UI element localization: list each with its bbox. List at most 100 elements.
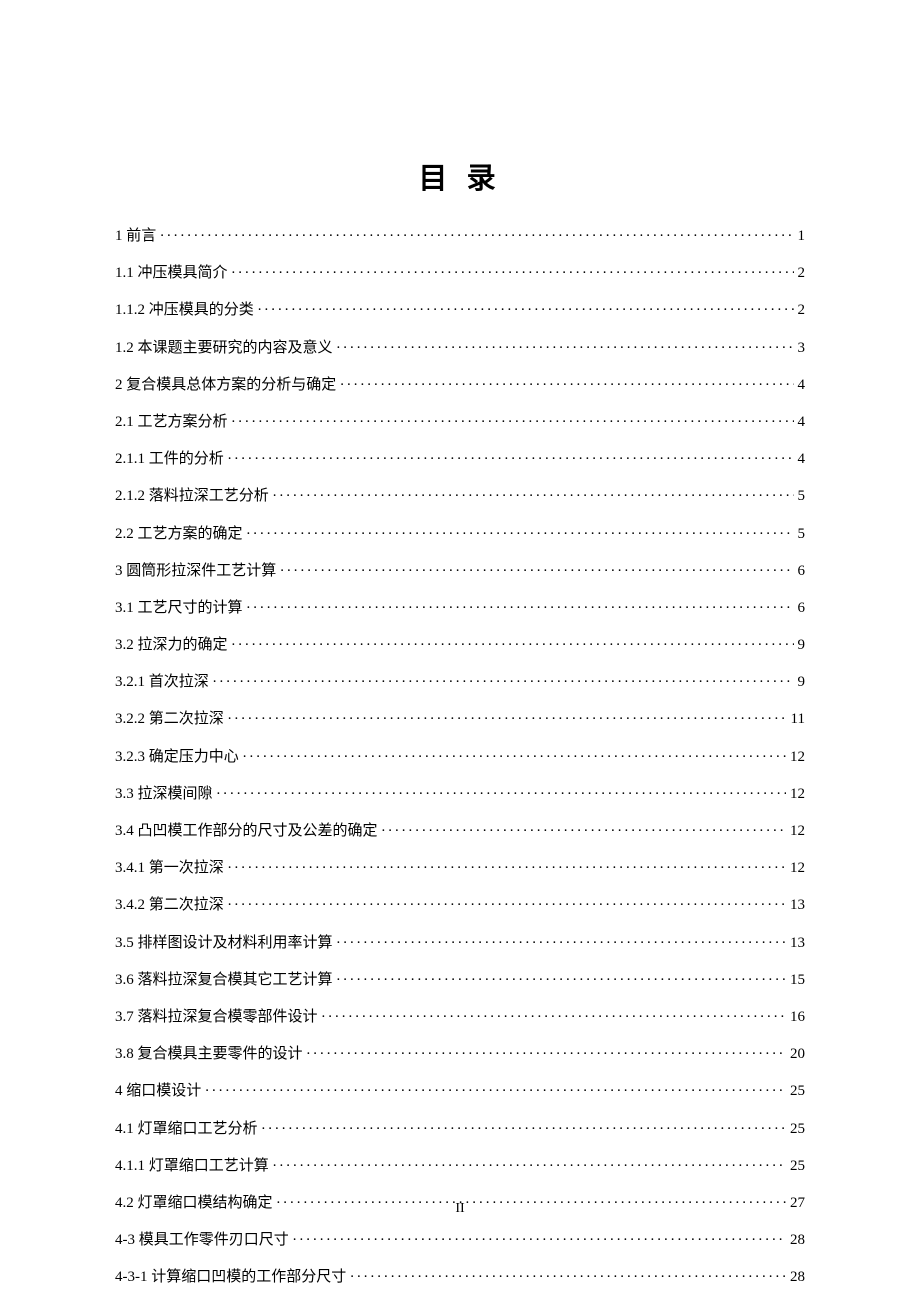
toc-entry-label: 3.6 落料拉深复合模其它工艺计算 [115,973,333,988]
toc-entry: 2 复合模具总体方案的分析与确定 4 [115,374,805,393]
toc-entry-page: 1 [798,229,806,244]
page-footer: II [0,1201,920,1217]
toc-entry-page: 28 [790,1233,805,1248]
toc-entry: 2.2 工艺方案的确定 5 [115,523,805,542]
toc-entry: 3.1 工艺尺寸的计算 6 [115,597,805,616]
toc-leader-dots [382,820,786,835]
toc-leader-dots [247,597,794,612]
toc-entry: 3 圆筒形拉深件工艺计算6 [115,560,805,579]
toc-leader-dots [337,969,786,984]
toc-entry-label: 3.2 拉深力的确定 [115,638,228,653]
toc-entry-page: 5 [798,489,806,504]
toc-entry: 3.6 落料拉深复合模其它工艺计算 15 [115,969,805,988]
toc-entry-label: 2.1.2 落料拉深工艺分析 [115,489,269,504]
toc-entry: 4-3 模具工作零件刃口尺寸 28 [115,1229,805,1248]
toc-leader-dots [307,1043,786,1058]
toc-leader-dots [273,1155,786,1170]
toc-entry-label: 2.2 工艺方案的确定 [115,527,243,542]
toc-entry: 4.1 灯罩缩口工艺分析 25 [115,1118,805,1137]
toc-leader-dots [337,337,794,352]
toc-leader-dots [228,894,786,909]
toc-entry: 1.1.2 冲压模具的分类 2 [115,299,805,318]
toc-leader-dots [213,671,794,686]
toc-entry-page: 3 [798,341,806,356]
toc-entry: 3.2.1 首次拉深 9 [115,671,805,690]
toc-entry-label: 3.2.3 确定压力中心 [115,750,239,765]
toc-entry-page: 25 [790,1084,805,1099]
toc-entry-page: 6 [798,564,806,579]
toc-entry-label: 3.4.1 第一次拉深 [115,861,224,876]
toc-entry-label: 3.1 工艺尺寸的计算 [115,601,243,616]
toc-leader-dots [232,262,794,277]
toc-entry-page: 6 [798,601,806,616]
toc-leader-dots [337,932,786,947]
toc-entry-label: 2.1.1 工件的分析 [115,452,224,467]
toc-entry: 1.1 冲压模具简介2 [115,262,805,281]
toc-entry-label: 4-3 模具工作零件刃口尺寸 [115,1233,289,1248]
toc-leader-dots [232,411,794,426]
toc-entry-page: 12 [790,861,805,876]
toc-leader-dots [350,1266,786,1281]
toc-entry-page: 13 [790,936,805,951]
toc-entry-label: 1.2 本课题主要研究的内容及意义 [115,341,333,356]
toc-entry-label: 3.7 落料拉深复合模零部件设计 [115,1010,318,1025]
toc-entry-label: 4.1.1 灯罩缩口工艺计算 [115,1159,269,1174]
toc-leader-dots [280,560,793,575]
document-page: 目 录 1 前言 1 1.1 冲压模具简介2 1.1.2 冲压模具的分类 2 1.2 本课… [0,0,920,1285]
toc-entry-page: 12 [790,824,805,839]
toc-entry: 1.2 本课题主要研究的内容及意义 3 [115,337,805,356]
toc-leader-dots [160,225,793,240]
toc-entry-page: 4 [798,452,806,467]
toc-entry: 4 缩口模设计25 [115,1080,805,1099]
toc-leader-dots [243,746,786,761]
toc-entry: 1 前言 1 [115,225,805,244]
toc-entry-page: 5 [798,527,806,542]
toc-leader-dots [322,1006,786,1021]
toc-entry-label: 3.3 拉深模间隙 [115,787,213,802]
toc-entry-label: 1.1.2 冲压模具的分类 [115,303,254,318]
toc-entry-label: 3.8 复合模具主要零件的设计 [115,1047,303,1062]
toc-entry: 3.2.3 确定压力中心12 [115,746,805,765]
toc-entry-label: 4-3-1 计算缩口凹模的工作部分尺寸 [115,1270,346,1285]
toc-entry-label: 1 前言 [115,229,156,244]
toc-entry: 3.8 复合模具主要零件的设计20 [115,1043,805,1062]
toc-entry-page: 2 [798,303,806,318]
toc-title: 目 录 [115,155,805,197]
toc-entry-label: 4.1 灯罩缩口工艺分析 [115,1122,258,1137]
toc-entry: 2.1.1 工件的分析 4 [115,448,805,467]
toc-entry: 2.1 工艺方案分析 4 [115,411,805,430]
toc-entry: 3.7 落料拉深复合模零部件设计16 [115,1006,805,1025]
toc-entry: 3.4 凸凹模工作部分的尺寸及公差的确定 12 [115,820,805,839]
toc-entry-page: 13 [790,898,805,913]
toc-entry: 3.2.2 第二次拉深11 [115,708,805,727]
toc-entry-page: 11 [791,712,805,727]
toc-entry: 2.1.2 落料拉深工艺分析 5 [115,485,805,504]
toc-leader-dots [293,1229,786,1244]
toc-entry-page: 28 [790,1270,805,1285]
toc-entry-label: 2 复合模具总体方案的分析与确定 [115,378,336,393]
toc-entry-label: 2.1 工艺方案分析 [115,415,228,430]
toc-leader-dots [228,708,787,723]
toc-entry: 4-3-1 计算缩口凹模的工作部分尺寸 28 [115,1266,805,1285]
toc-entry-page: 4 [798,415,806,430]
toc-entry-page: 4 [798,378,806,393]
toc-entry-page: 9 [798,675,806,690]
toc-entry: 3.3 拉深模间隙12 [115,783,805,802]
toc-entry-page: 15 [790,973,805,988]
toc-entry: 3.4.1 第一次拉深 12 [115,857,805,876]
toc-leader-dots [258,299,794,314]
toc-entry: 3.2 拉深力的确定 9 [115,634,805,653]
toc-leader-dots [232,634,794,649]
toc-entry-page: 25 [790,1159,805,1174]
toc-leader-dots [217,783,786,798]
toc-entry-label: 3.2.1 首次拉深 [115,675,209,690]
toc-entry-label: 3.4 凸凹模工作部分的尺寸及公差的确定 [115,824,378,839]
toc-leader-dots [273,485,794,500]
toc-entry-page: 9 [798,638,806,653]
toc-entry: 3.5 排样图设计及材料利用率计算13 [115,932,805,951]
toc-leader-dots [205,1080,786,1095]
toc-leader-dots [247,523,794,538]
toc-leader-dots [262,1118,786,1133]
toc-entry-page: 2 [798,266,806,281]
toc-entry-page: 25 [790,1122,805,1137]
